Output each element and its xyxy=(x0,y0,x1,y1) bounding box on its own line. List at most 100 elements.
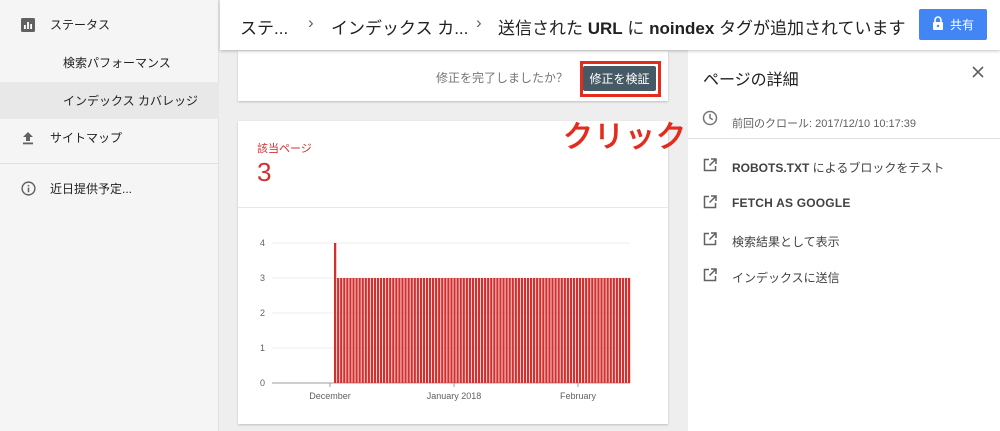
chart-bar xyxy=(395,278,398,383)
chart-bar xyxy=(557,278,560,383)
chart-bar xyxy=(462,278,465,383)
chart-bar xyxy=(523,278,527,383)
action-label-suffix: によるブロックをテスト xyxy=(809,161,945,175)
chart-bar xyxy=(533,278,536,383)
chart-bar xyxy=(435,278,438,383)
chart-bar xyxy=(514,278,517,383)
header: ステ... › インデックス カ... › 送信された URL に noinde… xyxy=(220,0,1000,50)
sidebar-item-search-performance[interactable]: 検索パフォーマンス xyxy=(0,44,219,81)
page-title-part: タグが追加されています xyxy=(719,19,906,38)
chart-bar xyxy=(410,278,413,383)
page-title-url: URL xyxy=(587,19,623,38)
page-title: 送信された URL に noindex タグが追加されています xyxy=(498,14,906,39)
action-label: FETCH AS GOOGLE xyxy=(732,196,851,210)
chart-bar xyxy=(376,278,380,383)
chart-bar xyxy=(407,278,410,383)
action-view-as-search-result[interactable]: 検索結果として表示 xyxy=(688,225,1000,255)
close-button[interactable] xyxy=(968,64,988,84)
action-submit-to-index[interactable]: インデックスに送信 xyxy=(688,261,1000,291)
chart-bar xyxy=(337,278,340,383)
chart-bar xyxy=(600,278,603,383)
chart-bar xyxy=(444,278,447,383)
chart-bar xyxy=(578,278,582,383)
chart-bar xyxy=(591,278,594,383)
action-label: ROBOTS.TXT によるブロックをテスト xyxy=(732,159,944,176)
metric-value: 3 xyxy=(257,157,272,187)
chart-bar xyxy=(398,278,401,383)
page-title-part: 送信された xyxy=(498,19,583,38)
last-crawl-row: 前回のクロール: 2017/12/10 10:17:39 xyxy=(688,102,1000,139)
chart-bar xyxy=(386,278,389,383)
sidebar-item-sitemaps[interactable]: サイトマップ xyxy=(0,119,219,156)
sidebar-item-index-coverage[interactable]: インデックス カバレッジ xyxy=(0,82,219,119)
breadcrumb-status[interactable]: ステ... xyxy=(240,14,288,39)
chart-bar xyxy=(431,278,435,383)
chart-bar xyxy=(493,278,496,383)
chart-bar xyxy=(566,278,569,383)
chart-bar xyxy=(597,278,600,383)
sidebar-item-label: ステータス xyxy=(50,18,111,32)
chart-bar xyxy=(582,278,585,383)
share-button[interactable]: 共有 xyxy=(919,9,987,40)
last-crawl-text: 前回のクロール: 2017/12/10 10:17:39 xyxy=(732,118,917,130)
chart-bar xyxy=(554,278,557,383)
y-tick-label: 1 xyxy=(260,343,265,353)
chart-bar xyxy=(468,278,471,383)
chart-bar xyxy=(370,278,373,383)
action-fetch-as-google[interactable]: FETCH AS GOOGLE xyxy=(688,188,1000,218)
action-label: インデックスに送信 xyxy=(732,271,840,285)
chart-bar xyxy=(569,278,573,383)
upload-icon xyxy=(20,130,36,146)
close-icon xyxy=(972,65,984,83)
chart-bar xyxy=(334,243,337,383)
chart-bar xyxy=(499,278,502,383)
page-title-part: に xyxy=(627,19,645,38)
chart-bar xyxy=(621,278,625,383)
sidebar-item-label: インデックス カバレッジ xyxy=(63,94,198,108)
chart-bar xyxy=(606,278,609,383)
open-in-new-icon xyxy=(703,195,717,214)
chart-bar xyxy=(536,278,539,383)
breadcrumb-index-coverage[interactable]: インデックス カ... xyxy=(331,14,468,39)
chart-bar xyxy=(585,278,588,383)
x-tick-label: February xyxy=(560,391,597,401)
sidebar-item-coming-soon[interactable]: 近日提供予定... xyxy=(0,170,219,207)
chart-bar xyxy=(539,278,542,383)
chart-bar xyxy=(588,278,591,383)
x-tick-label: December xyxy=(309,391,351,401)
bar-chart-icon xyxy=(20,17,36,33)
chart-bar xyxy=(364,278,367,383)
chart-bar xyxy=(456,278,459,383)
chart-bar xyxy=(340,278,343,383)
y-tick-label: 2 xyxy=(260,308,265,318)
sidebar: ステータス 検索パフォーマンス インデックス カバレッジ サイトマップ 近日提供… xyxy=(0,0,219,431)
click-annotation: クリック xyxy=(563,121,687,154)
clock-icon xyxy=(702,110,718,131)
sidebar-item-status[interactable]: ステータス xyxy=(0,6,219,43)
chart-bar xyxy=(438,278,441,383)
chart-bar xyxy=(603,278,606,383)
chart-bar xyxy=(624,278,628,383)
chart-bar xyxy=(453,278,456,383)
chart-bar xyxy=(563,278,566,383)
chart-bar xyxy=(361,278,364,383)
chart-bar xyxy=(413,278,416,383)
chart-bar xyxy=(441,278,444,383)
chevron-right-icon: › xyxy=(476,13,482,32)
action-robots-test[interactable]: ROBOTS.TXT によるブロックをテスト xyxy=(688,151,1000,181)
chart-bar xyxy=(517,278,520,383)
chart-bar xyxy=(422,278,426,383)
sidebar-divider xyxy=(0,163,219,164)
info-icon xyxy=(20,181,36,197)
chart-bar xyxy=(477,278,481,383)
chart-bar xyxy=(346,278,349,383)
chart-bar xyxy=(542,278,545,383)
chart-bar xyxy=(609,278,612,383)
chart-bar xyxy=(594,278,597,383)
pages-chart: 0 1 2 3 4 December January 2018 February xyxy=(260,238,631,401)
sidebar-item-label: 検索パフォーマンス xyxy=(63,56,171,70)
x-tick-label: January 2018 xyxy=(427,391,482,401)
chart-bar xyxy=(551,278,554,383)
chart-bar xyxy=(401,278,404,383)
chart-bar xyxy=(392,278,395,383)
